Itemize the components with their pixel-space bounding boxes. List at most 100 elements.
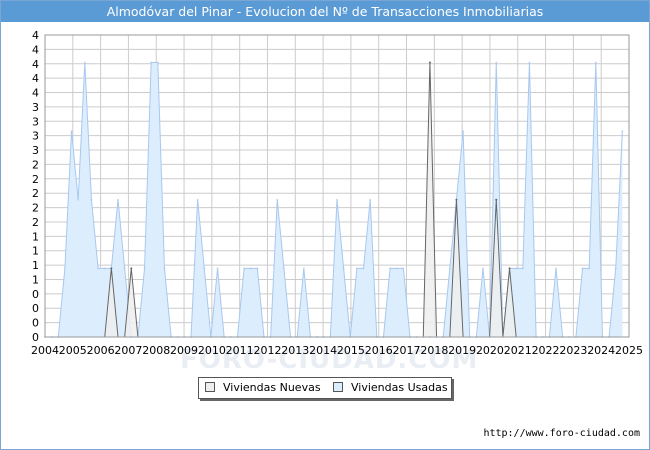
x-tick-label: 2019 [448, 344, 476, 357]
point-usadas [243, 267, 246, 270]
point-nuevas [110, 267, 113, 270]
point-usadas [342, 267, 345, 270]
point-usadas [70, 130, 73, 133]
point-usadas [355, 267, 358, 270]
point-usadas [203, 267, 206, 270]
point-usadas [163, 267, 166, 270]
point-usadas [594, 61, 597, 64]
y-tick-label: 1 [32, 259, 39, 272]
point-usadas [448, 267, 451, 270]
legend-label-usadas: Viviendas Usadas [351, 381, 448, 394]
x-tick-label: 2011 [226, 344, 254, 357]
x-tick-label: 2024 [587, 344, 615, 357]
point-usadas [521, 267, 524, 270]
y-tick-label: 4 [32, 58, 39, 71]
point-usadas [515, 267, 518, 270]
y-tick-label: 4 [32, 43, 39, 56]
y-tick-label: 0 [32, 331, 39, 344]
x-tick-label: 2025 [615, 344, 643, 357]
point-usadas [588, 267, 591, 270]
source-credit: http://www.foro-ciudad.com [483, 428, 640, 439]
point-usadas [362, 267, 365, 270]
y-tick-label: 2 [32, 216, 39, 229]
y-tick-label: 3 [32, 101, 39, 114]
point-usadas [196, 198, 199, 201]
x-tick-label: 2018 [420, 344, 448, 357]
x-tick-label: 2007 [114, 344, 142, 357]
y-tick-label: 0 [32, 317, 39, 330]
point-usadas [276, 198, 279, 201]
y-tick-label: 1 [32, 245, 39, 258]
legend-item-nuevas: Viviendas Nuevas [205, 381, 321, 395]
y-tick-label: 0 [32, 302, 39, 315]
x-tick-label: 2006 [87, 344, 115, 357]
x-tick-label: 2017 [393, 344, 421, 357]
x-tick-label: 2022 [532, 344, 560, 357]
legend-swatch-usadas [333, 382, 343, 392]
point-usadas [103, 267, 106, 270]
point-nuevas [508, 267, 511, 270]
point-usadas [156, 61, 159, 64]
point-usadas [528, 61, 531, 64]
y-tick-label: 2 [32, 202, 39, 215]
point-usadas [117, 198, 119, 201]
x-tick-label: 2020 [476, 344, 504, 357]
point-usadas [395, 267, 398, 270]
point-usadas [123, 267, 126, 270]
legend-swatch-nuevas [205, 382, 215, 392]
x-tick-label: 2014 [309, 344, 337, 357]
x-tick-label: 2004 [31, 344, 59, 357]
x-tick-label: 2012 [253, 344, 281, 357]
x-tick-label: 2013 [281, 344, 309, 357]
legend-label-nuevas: Viviendas Nuevas [223, 381, 321, 394]
point-usadas [77, 198, 80, 201]
point-usadas [143, 267, 146, 270]
y-tick-label: 3 [32, 144, 39, 157]
legend: Viviendas Nuevas Viviendas Usadas [198, 377, 452, 399]
point-usadas [555, 267, 557, 270]
point-usadas [495, 61, 498, 64]
x-tick-label: 2009 [170, 344, 198, 357]
point-usadas [302, 267, 305, 270]
y-tick-label: 2 [32, 187, 39, 200]
point-usadas [389, 267, 392, 270]
y-tick-label: 1 [32, 273, 39, 286]
point-usadas [97, 267, 100, 270]
point-nuevas [428, 61, 431, 64]
point-usadas [90, 198, 93, 201]
point-nuevas [130, 267, 133, 270]
point-nuevas [455, 198, 458, 201]
point-usadas [150, 61, 153, 64]
x-tick-label: 2021 [504, 344, 532, 357]
y-tick-label: 2 [32, 158, 39, 171]
x-tick-label: 2005 [59, 344, 87, 357]
y-tick-label: 3 [32, 115, 39, 128]
point-usadas [581, 267, 584, 270]
point-usadas [83, 61, 86, 64]
point-nuevas [495, 198, 498, 201]
legend-item-usadas: Viviendas Usadas [333, 381, 448, 395]
point-usadas [482, 267, 484, 270]
point-usadas [621, 130, 624, 133]
x-tick-label: 2023 [559, 344, 587, 357]
point-usadas [614, 267, 617, 270]
y-tick-label: 1 [32, 230, 39, 243]
point-usadas [63, 267, 66, 270]
x-tick-label: 2008 [142, 344, 170, 357]
y-tick-label: 3 [32, 130, 39, 143]
y-tick-label: 0 [32, 288, 39, 301]
point-usadas [282, 267, 285, 270]
point-usadas [402, 267, 405, 270]
x-tick-label: 2016 [365, 344, 393, 357]
point-usadas [256, 267, 259, 270]
y-tick-label: 2 [32, 173, 39, 186]
x-tick-label: 2010 [198, 344, 226, 357]
y-tick-label: 4 [32, 72, 39, 85]
point-usadas [216, 267, 219, 270]
y-tick-label: 4 [32, 29, 39, 42]
x-tick-label: 2015 [337, 344, 365, 357]
point-usadas [369, 198, 372, 201]
point-usadas [462, 130, 465, 133]
point-usadas [336, 198, 338, 201]
y-tick-label: 4 [32, 87, 39, 100]
